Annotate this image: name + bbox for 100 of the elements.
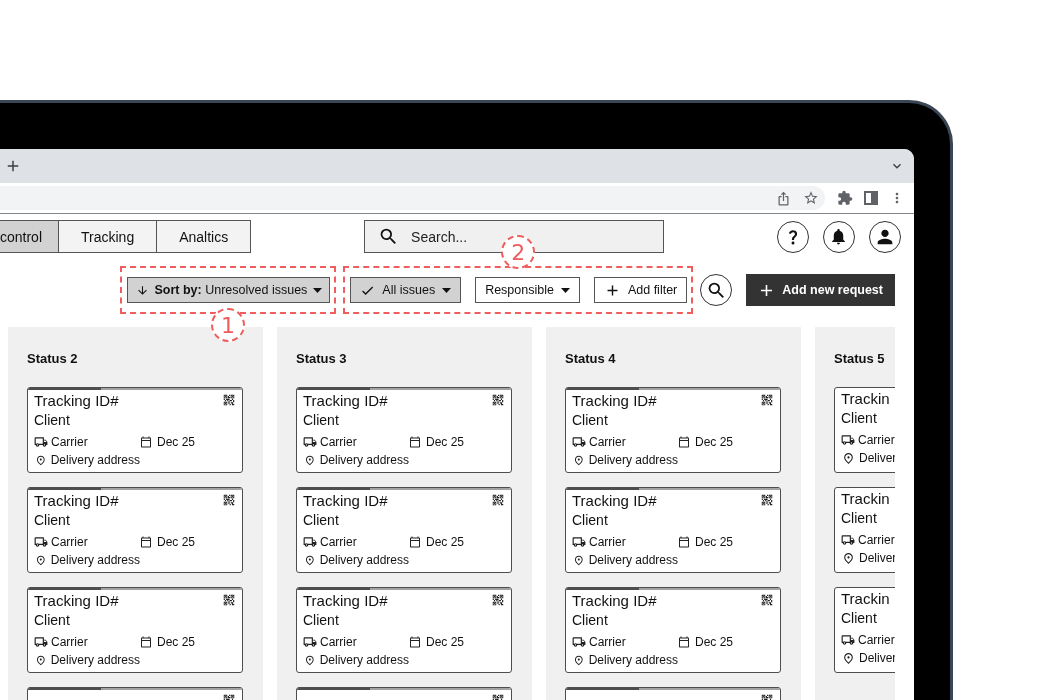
tracking-id: Tracking ID# [572,391,657,409]
truck-icon [841,433,855,447]
truck-icon [572,535,586,549]
star-icon[interactable] [803,190,819,206]
sort-button[interactable]: Sort by: Unresolved issues [126,277,331,303]
delivery-address: Delivery address [50,553,140,567]
tracking-id: Tracking ID# [34,591,119,609]
calendar-icon [409,436,421,448]
truck-icon [572,635,586,649]
client-name: Client [303,611,339,630]
tracking-card[interactable]: Tracking ID# Client Carrier Dec 25 Delivery address [27,387,243,473]
filter-dropdown[interactable]: All issues [350,277,462,303]
truck-icon [34,635,48,649]
tracking-id: Tracking ID# [34,491,119,509]
delivery-address: Delivery address [588,453,678,467]
tracking-card[interactable]: Tracking ID# Client Carrier Dec 25 Delivery address [565,587,781,673]
caret-icon [313,287,323,293]
tracking-id: Tracking ID# [572,491,657,509]
client-name: Client [303,411,339,430]
location-pin-icon [35,653,47,667]
calendar-icon [140,636,152,648]
calendar-icon [140,536,152,548]
tracking-card[interactable]: Tracking ID# Client Carrier Dec 25 Delivery address [296,387,512,473]
carrier-name: Carrier [51,635,88,649]
truck-icon [303,535,317,549]
carrier-name: Carrier [858,433,895,447]
nav-tab[interactable]: control [0,220,60,253]
tracking-card[interactable]: Tracking ID# Client Carrier Dec 25 Delivery address [565,387,781,473]
delivery-date: Dec 25 [157,435,196,449]
delivery-date: Dec 25 [426,435,465,449]
delivery-date: Dec 25 [695,435,734,449]
location-pin-icon [304,653,316,667]
nav-tab[interactable]: Analtics [156,220,252,253]
location-pin-icon [304,553,316,567]
account-button[interactable] [869,220,901,253]
truck-icon [303,435,317,449]
puzzle-icon[interactable] [837,190,853,206]
calendar-icon [678,536,690,548]
location-pin-icon [842,551,855,565]
caret-icon [442,287,452,293]
truck-icon [841,533,855,547]
delivery-address: Delivery address [50,653,140,667]
tracking-id: Tracking ID# [303,491,388,509]
carrier-name: Carrier [589,435,626,449]
delivery-address: Delivery address [50,453,140,467]
carrier-name: Carrier [858,533,895,547]
client-name: Client [572,411,608,430]
tracking-id: Trackin [841,389,890,407]
truck-icon [572,435,586,449]
tracking-id: Tracking ID# [34,391,119,409]
column-title: Status 2 [27,351,78,367]
tracking-card[interactable]: Tracking ID# Client Carrier Dec 25 Delivery address [27,587,243,673]
location-pin-icon [573,653,585,667]
carrier-name: Carrier [320,435,357,449]
carrier-name: Carrier [51,535,88,549]
carrier-name: Carrier [858,633,895,647]
carrier-name: Carrier [589,635,626,649]
delivery-date: Dec 25 [157,535,196,549]
help-button[interactable] [777,220,809,253]
calendar-icon [678,436,690,448]
annotation-marker: 2 [501,235,536,269]
client-name: Client [303,511,339,530]
calendar-icon [678,636,690,648]
share-icon[interactable] [776,190,791,206]
delivery-address: Delivery address [319,653,409,667]
column-title: Status 4 [565,351,616,367]
location-pin-icon [842,451,855,465]
tracking-card[interactable]: Tracking ID# Client Carrier Dec 25 Delivery address [565,487,781,573]
truck-icon [303,635,317,649]
location-pin-icon [573,453,585,467]
truck-icon [841,633,855,647]
delivery-date: Dec 25 [426,635,465,649]
side-panel-icon[interactable] [864,191,878,205]
tracking-id: Tracking ID# [303,391,388,409]
carrier-name: Carrier [320,535,357,549]
truck-icon [34,535,48,549]
tracking-card[interactable]: Tracking ID# Client Carrier Dec 25 Delivery address [27,487,243,573]
tracking-id: Tracking ID# [303,591,388,609]
add-request-button[interactable]: Add new request [746,274,895,306]
tracking-id: Trackin [841,589,890,607]
column-title: Status 5 [834,351,885,367]
filter-dropdown[interactable]: Responsible [475,277,580,303]
calendar-icon [409,636,421,648]
notifications-button[interactable] [823,220,855,253]
tracking-card[interactable]: Tracking ID# Client Carrier Dec 25 Delivery address [296,487,512,573]
tracking-card[interactable]: Tracking ID# Client Carrier Dec 25 Delivery address [296,587,512,673]
arrow-down-icon [135,283,149,297]
delivery-date: Dec 25 [695,535,734,549]
client-name: Client [572,611,608,630]
nav-tab[interactable]: Tracking [58,220,158,253]
client-name: Client [841,409,877,428]
add-filter-button[interactable]: Add filter [593,277,688,303]
calendar-icon [140,436,152,448]
delivery-date: Dec 25 [426,535,465,549]
carrier-name: Carrier [320,635,357,649]
delivery-address: Delivery address [319,453,409,467]
location-pin-icon [35,553,47,567]
search-button[interactable] [700,274,733,306]
location-pin-icon [842,651,855,665]
delivery-address: Delivery address [319,553,409,567]
